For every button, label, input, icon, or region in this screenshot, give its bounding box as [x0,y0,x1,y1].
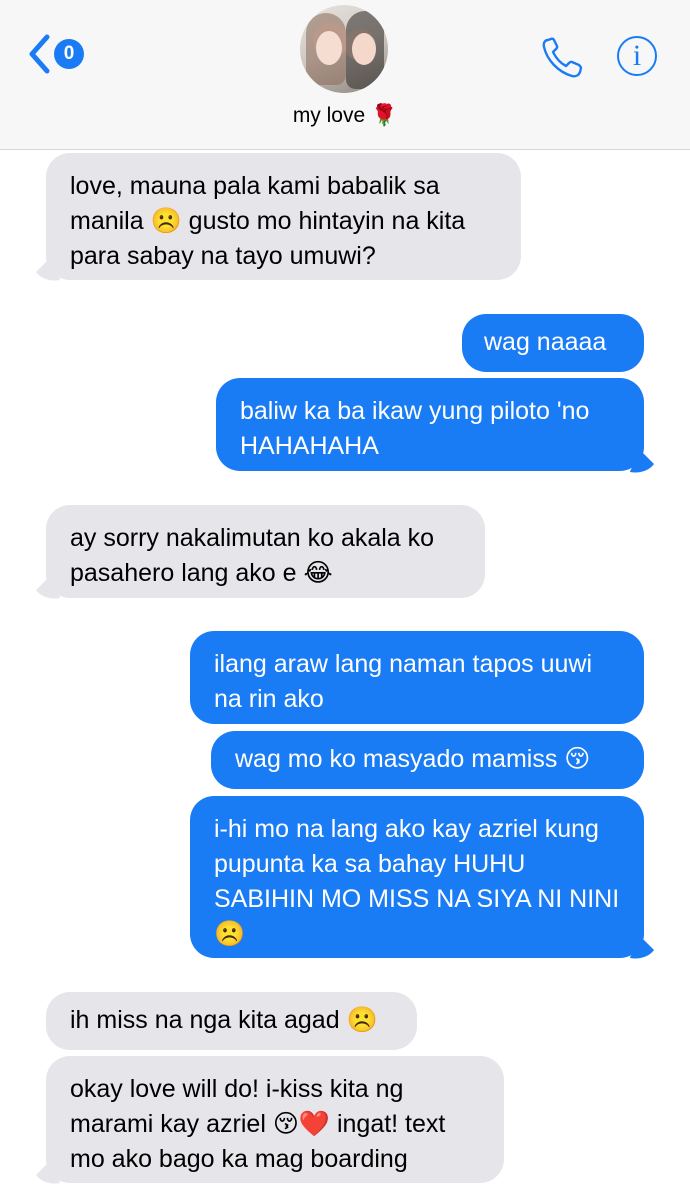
contact-name-row[interactable]: my love 🌹 [0,104,690,128]
conversation-header: 0 my love 🌹 i [0,0,690,150]
rose-emoji: 🌹 [371,104,398,127]
back-button[interactable]: 0 [28,30,98,78]
message-outgoing: wag mo ko masyado mamiss 😚 [211,731,644,789]
bubble-tail [36,1161,60,1184]
message-outgoing: i-hi mo na lang ako kay azriel kung pupu… [190,796,644,958]
bubble-tail [630,450,654,473]
message-incoming: love, mauna pala kami babalik sa manila … [46,153,521,280]
message-incoming: ay sorry nakalimutan ko akala ko pasaher… [46,505,485,598]
message-incoming: okay love will do! i-kiss kita ng marami… [46,1056,504,1183]
contact-avatar[interactable] [300,5,388,93]
chevron-left-icon [29,34,50,74]
message-outgoing: ilang araw lang naman tapos uuwi na rin … [190,631,644,724]
message-outgoing: wag naaaa [462,314,644,372]
bubble-tail [36,258,60,281]
message-incoming: ih miss na nga kita agad ☹️ [46,992,417,1050]
info-icon[interactable]: i [617,36,657,76]
contact-name: my love [292,104,366,127]
bubble-tail [630,936,654,959]
unread-badge: 0 [54,39,84,69]
bubble-tail [36,576,60,599]
phone-icon[interactable] [538,34,586,82]
message-outgoing: baliw ka ba ikaw yung piloto 'no HAHAHAH… [216,378,644,471]
